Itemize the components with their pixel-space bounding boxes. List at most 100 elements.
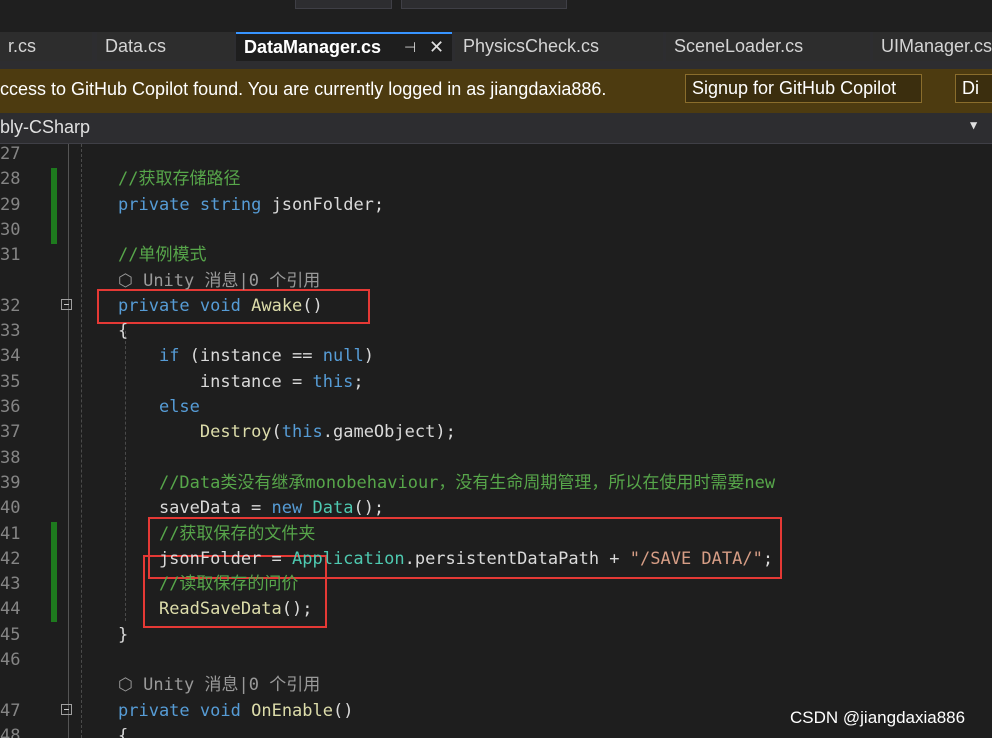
code-line[interactable]: if (instance == null) [118,344,374,369]
code-token: } [118,624,129,645]
code-line[interactable]: //Data类没有继承monobehaviour，没有生命周期管理，所以在使用时… [118,471,775,496]
code-line[interactable]: jsonFolder = Application.persistentDataP… [118,547,773,572]
code-token: Data [312,498,354,519]
title-toolbar [0,0,992,32]
code-token: private [118,700,190,721]
document-tabs: r.cs Data.cs DataManager.cs ⊣ ✕ PhysicsC… [0,32,992,61]
infobar-message: ccess to GitHub Copilot found. You are c… [0,79,607,99]
collapse-icon[interactable] [61,299,72,310]
code-token: { [118,725,129,738]
code-line[interactable]: ReadSaveData(); [118,597,313,622]
code-line[interactable]: //单例模式 [118,243,206,268]
pin-icon[interactable]: ⊣ [404,34,416,61]
code-line[interactable]: { [118,319,128,344]
code-line[interactable]: private void Awake() [118,294,323,319]
code-line[interactable]: //获取保存的文件夹 [118,522,315,547]
code-token: new [271,498,303,519]
signup-copilot-button[interactable]: Signup for GitHub Copilot [685,74,922,103]
code-token: Application [292,548,405,569]
code-token: else [158,397,200,417]
toolbar-combo[interactable] [401,0,567,9]
code-token: ( [271,422,282,443]
code-line[interactable]: saveData = new Data(); [118,496,384,521]
code-line[interactable]: private void OnEnable() [118,699,353,724]
code-token: //单例模式 [118,245,207,266]
code-token: //获取保存的文件夹 [158,523,316,544]
line-number: 43 [0,574,21,595]
code-token: "/SAVE DATA/" [629,548,763,569]
code-token: jsonFolder = [118,548,292,569]
code-token: void [199,700,241,721]
line-number: 40 [0,498,21,519]
line-number: 32 [0,295,21,316]
indent-guide [81,144,82,738]
code-token: ReadSaveData [158,599,282,620]
tab-physicscheck-cs[interactable]: PhysicsCheck.cs [455,32,663,61]
code-token: private [118,295,190,316]
code-line[interactable]: { [118,724,128,738]
line-number: 27 [0,144,21,164]
code-token: if [158,346,180,367]
code-token: Unity 消息|0 个引用 [132,675,321,696]
code-line[interactable]: Destroy(this.gameObject); [118,420,456,445]
outline-margin-line [68,144,69,738]
code-editor[interactable]: 27 28 //获取存储路径 29 private string jsonFolder;… [0,144,992,738]
toolbar-combo[interactable] [295,0,392,9]
code-token: Destroy [199,422,272,443]
code-token: { [118,321,129,342]
code-line[interactable]: //获取存储路径 [118,167,240,192]
tab-datamanager-cs[interactable]: DataManager.cs ⊣ ✕ [236,32,452,61]
navigation-bar[interactable]: bly-CSharp ▼ [0,113,992,144]
collapse-icon[interactable] [61,704,72,715]
code-line[interactable]: ⬡ Unity 消息|0 个引用 [118,269,320,294]
code-line[interactable]: //读取保存的问价 [118,572,298,597]
tab-uimanager-cs[interactable]: UIManager.cs [873,32,992,61]
chevron-down-icon[interactable]: ▼ [970,118,977,132]
code-token: (instance == [179,346,323,367]
code-token: this [312,371,354,392]
line-number: 29 [0,194,21,215]
code-token: ⬡ [118,675,133,696]
code-token: () [333,700,354,721]
code-line[interactable]: private string jsonFolder; [118,193,384,218]
code-line[interactable]: ⬡ Unity 消息|0 个引用 [118,673,320,698]
code-token: this [281,422,323,443]
code-line[interactable]: else [118,395,200,420]
change-indicator [51,522,57,622]
tab-data-cs[interactable]: Data.cs [97,32,234,61]
code-token: () [302,295,323,316]
tab-sceneloader-cs[interactable]: SceneLoader.cs [666,32,870,61]
code-token: jsonFolder; [261,194,385,215]
line-number: 30 [0,219,21,240]
dismiss-button[interactable]: Di [955,74,992,103]
code-token: ) [363,346,374,367]
line-number: 34 [0,346,21,367]
close-icon[interactable]: ✕ [429,34,444,61]
code-token: instance = [118,371,313,392]
code-token: //Data类没有继承monobehaviour，没有生命周期管理，所以在使用时… [158,472,776,493]
code-token: saveData = [118,498,272,519]
code-line[interactable]: instance = this; [118,370,364,395]
line-number: 33 [0,321,21,342]
line-number: 45 [0,624,21,645]
code-line[interactable]: } [118,623,128,648]
line-number: 42 [0,548,21,569]
line-number: 39 [0,472,21,493]
code-token: Awake [251,295,303,316]
line-number: 38 [0,447,21,468]
line-number: 44 [0,599,21,620]
line-number [0,269,20,294]
tab-r-cs[interactable]: r.cs [0,32,92,61]
line-number: 41 [0,523,21,544]
project-selector[interactable]: bly-CSharp [0,117,90,138]
code-token: (); [353,498,385,519]
